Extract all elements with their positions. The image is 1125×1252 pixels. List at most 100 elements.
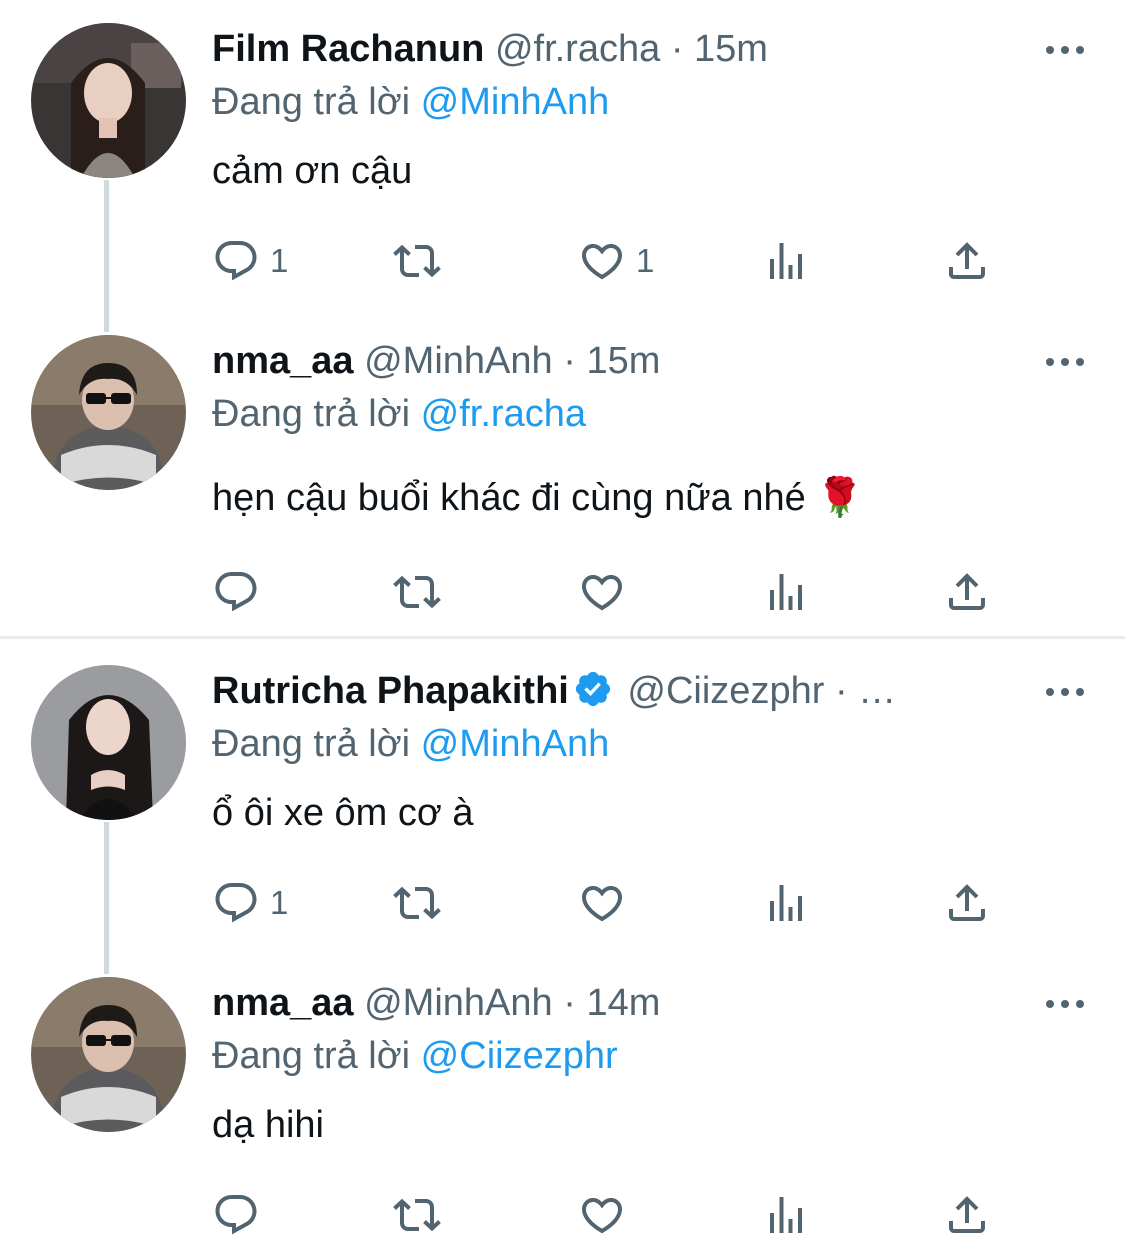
replying-to: Đang trả lời @MinhAnh xyxy=(212,720,609,768)
avatar[interactable] xyxy=(31,23,186,178)
like-button[interactable]: 1 xyxy=(578,236,654,286)
user-handle[interactable]: @fr.racha xyxy=(495,28,660,70)
tweet[interactable]: Film Rachanun @fr.racha · 15m Đang trả l… xyxy=(0,0,1125,320)
timestamp[interactable]: 15m xyxy=(586,340,660,382)
like-button[interactable] xyxy=(578,1190,636,1240)
avatar[interactable] xyxy=(31,665,186,820)
replying-to-label: Đang trả lời xyxy=(212,1035,411,1077)
action-bar: 1 1 xyxy=(212,236,1012,286)
retweet-button[interactable] xyxy=(393,878,441,928)
mention-link[interactable]: @fr.racha xyxy=(421,393,586,435)
reply-button[interactable]: 1 xyxy=(212,236,288,286)
reply-icon xyxy=(212,879,260,927)
heart-icon xyxy=(578,1191,626,1239)
tweet[interactable]: nma_aa @MinhAnh · 14m Đang trả lời @Ciiz… xyxy=(0,954,1125,1252)
views-button[interactable] xyxy=(762,236,810,286)
share-icon xyxy=(943,568,991,616)
reply-icon xyxy=(212,237,260,285)
mention-link[interactable]: @MinhAnh xyxy=(421,723,610,765)
action-bar xyxy=(212,1190,1012,1240)
tweet-header: Rutricha Phapakithi @Ciizezphr · … xyxy=(212,667,1015,715)
display-name[interactable]: nma_aa xyxy=(212,982,354,1024)
views-icon xyxy=(762,1191,810,1239)
heart-icon xyxy=(578,237,626,285)
avatar-image xyxy=(31,23,186,178)
retweet-icon xyxy=(393,879,441,927)
retweet-button[interactable] xyxy=(393,567,441,617)
reply-icon xyxy=(212,568,260,616)
timestamp[interactable]: 15m xyxy=(694,28,768,70)
replying-to: Đang trả lời @fr.racha xyxy=(212,390,586,438)
share-icon xyxy=(943,1191,991,1239)
separator-dot: · … xyxy=(834,670,897,712)
share-icon xyxy=(943,237,991,285)
retweet-icon xyxy=(393,568,441,616)
share-icon xyxy=(943,879,991,927)
separator-dot: · xyxy=(670,28,684,70)
views-icon xyxy=(762,237,810,285)
retweet-icon xyxy=(393,1191,441,1239)
share-button[interactable] xyxy=(943,878,991,928)
verified-badge-icon xyxy=(575,671,610,707)
user-handle[interactable]: @Ciizezphr xyxy=(627,670,824,712)
retweet-button[interactable] xyxy=(393,236,441,286)
share-button[interactable] xyxy=(943,236,991,286)
replying-to-label: Đang trả lời xyxy=(212,81,411,123)
tweet[interactable]: Rutricha Phapakithi @Ciizezphr · … Đang … xyxy=(0,642,1125,962)
more-icon[interactable] xyxy=(1043,40,1087,60)
views-icon xyxy=(762,568,810,616)
display-name[interactable]: Film Rachanun xyxy=(212,28,484,70)
reply-button[interactable] xyxy=(212,1190,270,1240)
tweet-text: ổ ôi xe ôm cơ à xyxy=(212,792,474,834)
heart-icon xyxy=(578,568,626,616)
retweet-button[interactable] xyxy=(393,1190,441,1240)
views-button[interactable] xyxy=(762,1190,810,1240)
avatar[interactable] xyxy=(31,977,186,1132)
thread-separator xyxy=(0,636,1125,639)
display-name[interactable]: nma_aa xyxy=(212,340,354,382)
retweet-icon xyxy=(393,237,441,285)
like-count: 1 xyxy=(636,242,655,279)
action-bar: 1 xyxy=(212,878,1012,928)
avatar-image xyxy=(31,665,186,820)
views-button[interactable] xyxy=(762,878,810,928)
separator-dot: · xyxy=(563,982,576,1024)
replying-to-label: Đang trả lời xyxy=(212,393,411,435)
display-name[interactable]: Rutricha Phapakithi xyxy=(212,670,569,712)
tweet-header: nma_aa @MinhAnh · 15m xyxy=(212,337,1015,385)
tweet-text: cảm ơn cậu xyxy=(212,150,413,192)
mention-link[interactable]: @MinhAnh xyxy=(421,81,610,123)
share-button[interactable] xyxy=(943,1190,991,1240)
replying-to-label: Đang trả lời xyxy=(212,723,411,765)
replying-to: Đang trả lời @MinhAnh xyxy=(212,78,609,126)
timestamp[interactable]: 14m xyxy=(586,982,660,1024)
user-handle[interactable]: @MinhAnh xyxy=(364,982,553,1024)
more-icon[interactable] xyxy=(1043,682,1087,702)
views-icon xyxy=(762,879,810,927)
user-handle[interactable]: @MinhAnh xyxy=(364,340,553,382)
more-icon[interactable] xyxy=(1043,352,1087,372)
tweet[interactable]: nma_aa @MinhAnh · 15m Đang trả lời @fr.r… xyxy=(0,312,1125,634)
reply-icon xyxy=(212,1191,260,1239)
reply-button[interactable] xyxy=(212,567,270,617)
tweet-header: nma_aa @MinhAnh · 14m xyxy=(212,979,1015,1027)
reply-count: 1 xyxy=(270,884,289,921)
like-button[interactable] xyxy=(578,567,636,617)
tweet-text: hẹn cậu buổi khác đi cùng nữa nhé 🌹 xyxy=(212,477,864,519)
views-button[interactable] xyxy=(762,567,810,617)
like-button[interactable] xyxy=(578,878,636,928)
mention-link[interactable]: @Ciizezphr xyxy=(421,1035,618,1077)
reply-button[interactable]: 1 xyxy=(212,878,288,928)
reply-count: 1 xyxy=(270,242,289,279)
tweet-header: Film Rachanun @fr.racha · 15m xyxy=(212,25,1015,73)
avatar-image xyxy=(31,335,186,490)
replying-to: Đang trả lời @Ciizezphr xyxy=(212,1032,618,1080)
action-bar xyxy=(212,567,1012,617)
tweet-text: dạ hihi xyxy=(212,1104,324,1146)
avatar-image xyxy=(31,977,186,1132)
heart-icon xyxy=(578,879,626,927)
avatar[interactable] xyxy=(31,335,186,490)
more-icon[interactable] xyxy=(1043,994,1087,1014)
separator-dot: · xyxy=(563,340,576,382)
share-button[interactable] xyxy=(943,567,991,617)
